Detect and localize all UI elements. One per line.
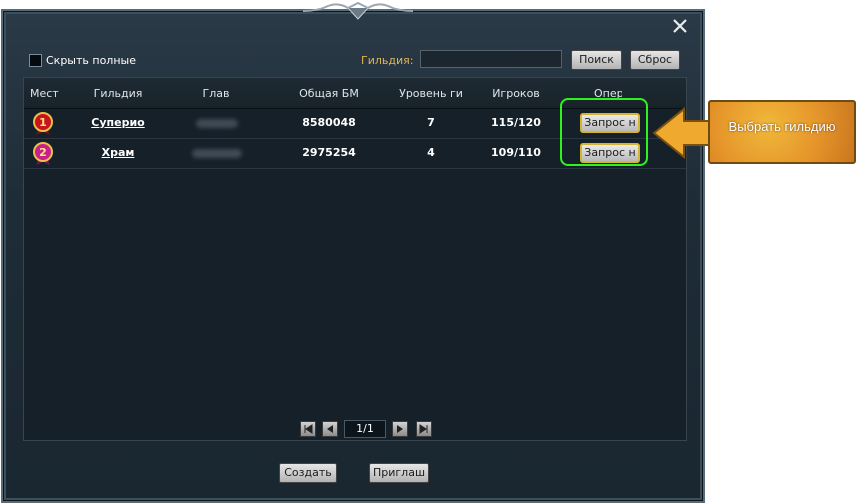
hide-full-checkbox[interactable]: Скрыть полные [29, 54, 136, 67]
guild-level: 4 [427, 146, 435, 159]
medal-rank-1-icon: 1 [33, 112, 53, 135]
col-leader-header: Глав [202, 87, 230, 100]
rank-number: 1 [39, 116, 47, 129]
tutorial-callout: Выбрать гильдию [652, 100, 858, 166]
guild-power: 8580048 [302, 116, 356, 129]
last-page-icon[interactable] [416, 421, 432, 437]
next-page-icon[interactable] [392, 421, 408, 437]
guild-players: 109/110 [491, 146, 541, 159]
medal-rank-2-icon: 2 [33, 142, 53, 165]
col-power-header: Общая БМ [299, 87, 359, 100]
window-crest-ornament-icon [303, 2, 413, 20]
col-level-header: Уровень ги [399, 87, 463, 100]
col-rank-header: Мест [30, 87, 59, 100]
guild-name-link[interactable]: Храм [84, 146, 152, 159]
callout-text: Выбрать гильдию [728, 119, 836, 134]
guild-list-window: Скрыть полные Гильдия: Поиск Сброс Мест … [1, 2, 705, 503]
hide-full-label: Скрыть полные [46, 54, 136, 67]
page-indicator: 1/1 [344, 420, 386, 438]
create-guild-button[interactable]: Создать [279, 463, 337, 483]
prev-page-icon[interactable] [322, 421, 338, 437]
leader-name-blurred [192, 149, 242, 158]
search-bar: Скрыть полные Гильдия: Поиск Сброс [25, 49, 683, 73]
guild-players: 115/120 [491, 116, 541, 129]
guild-search-label: Гильдия: [361, 54, 414, 67]
callout-box: Выбрать гильдию [708, 100, 856, 164]
close-x-icon[interactable] [671, 17, 689, 35]
reset-button[interactable]: Сброс [630, 50, 680, 70]
highlight-frame [560, 98, 648, 166]
guild-name-link[interactable]: Суперио [84, 116, 152, 129]
leader-name-blurred [196, 119, 238, 128]
guild-level: 7 [427, 116, 435, 129]
rank-number: 2 [39, 146, 47, 159]
guild-search-input[interactable] [420, 50, 562, 68]
invitations-button[interactable]: Приглаш [369, 463, 429, 483]
search-button[interactable]: Поиск [571, 50, 622, 70]
col-guild-header: Гильдия [93, 87, 143, 100]
checkbox-box[interactable] [29, 54, 42, 67]
col-players-header: Игроков [492, 87, 540, 100]
guild-power: 2975254 [302, 146, 356, 159]
first-page-icon[interactable] [300, 421, 316, 437]
callout-arrow-icon [652, 106, 713, 160]
